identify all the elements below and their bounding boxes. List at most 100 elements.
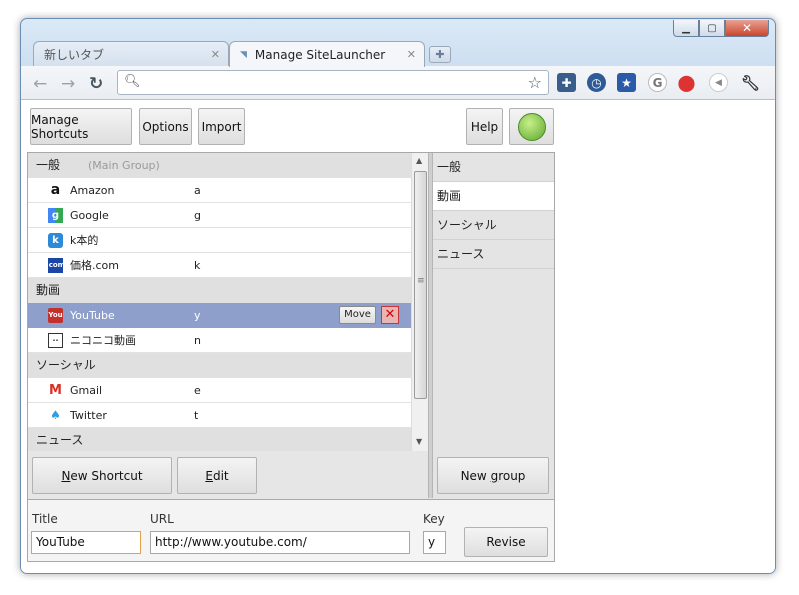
list-scrollbar[interactable]: ▲ ≡ ▼ [411,153,428,451]
scroll-down-icon[interactable]: ▼ [416,437,422,446]
kakaku-icon: .com [46,258,65,273]
tab-label: Manage SiteLauncher [254,47,386,62]
button-label: New [460,468,491,483]
title-label: Title [32,512,58,526]
bookmark-star-icon[interactable]: ☆ [528,73,542,92]
url-field[interactable]: http://www.youtube.com/ [150,531,410,554]
sitelauncher-logo-icon [517,112,546,141]
address-bar[interactable]: 🔍︎ ☆ [117,70,549,95]
key-label: Key [423,512,445,526]
shortcut-name: YouTube [70,309,115,322]
shortcut-row[interactable]: M Gmail e [28,378,411,403]
tab-label: 新しいタブ [44,48,105,62]
help-button[interactable]: Help [466,108,503,145]
shortcut-name: 価格.com [70,259,119,272]
forward-icon[interactable]: → [61,74,75,94]
group-name: 動画 [36,283,61,297]
edit-button[interactable]: Edit [177,457,257,494]
shortcut-key: g [194,209,201,222]
group-header[interactable]: 動画 [28,278,411,303]
title-field[interactable]: YouTube [31,531,141,554]
group-header[interactable]: 一般 (Main Group) [28,153,411,178]
edit-form: Title URL Key YouTube http://www.youtube… [28,499,554,561]
shortcut-key: y [194,309,201,322]
shortcut-row-selected[interactable]: You YouTube y Move ✕ [28,303,411,328]
shortcut-row[interactable]: ♠ Twitter t [28,403,411,428]
group-name: ソーシャル [36,358,96,372]
group-panel-item[interactable]: 一般 [433,153,554,182]
nicovideo-icon: ·· [48,333,63,348]
key-field[interactable]: y [423,531,446,554]
close-tab-icon[interactable]: ✕ [407,48,416,61]
shortcut-row[interactable]: ·· ニコニコ動画 n [28,328,411,353]
clock-icon[interactable]: ◷ [587,73,606,92]
manage-shortcuts-button[interactable]: Manage Shortcuts [30,108,132,145]
revise-button[interactable]: Revise [464,527,548,557]
shortcut-key: n [194,334,201,347]
button-label: roup [498,468,526,483]
new-group-button[interactable]: New g roup [437,457,549,494]
browser-window: ▁ ▢ ✕ 新しいタブ ✕ ◥ Manage SiteLauncher ✕ ✚ … [20,18,776,574]
google-icon[interactable]: G [648,73,667,92]
k-icon: k [48,233,63,248]
shortcut-name: Google [70,209,109,222]
grip-icon: ≡ [417,276,425,286]
close-window-button[interactable]: ✕ [725,20,769,37]
wrench-icon[interactable]: 🔧︎ [741,73,760,92]
group-header[interactable]: ソーシャル [28,353,411,378]
move-button[interactable]: Move [339,306,376,324]
google-icon: g [48,208,63,223]
shortcut-list: 一般 (Main Group) a Amazon a g Google g k … [28,153,411,451]
accel-key: g [490,468,499,483]
group-sub: (Main Group) [88,159,160,172]
group-header[interactable]: ニュース [28,428,411,451]
shortcut-key: t [194,409,199,422]
button-label: ew Shortcut [70,468,143,483]
button-label: dit [212,468,229,483]
puzzle-icon[interactable]: ✚ [557,73,576,92]
gmail-icon: M [49,383,62,398]
tab-new-tab[interactable]: 新しいタブ ✕ [33,41,229,67]
new-shortcut-button[interactable]: New Shortcut [32,457,172,494]
group-panel-item[interactable]: ニュース [433,240,554,269]
shortcut-name: ニコニコ動画 [70,334,136,347]
shortcut-row[interactable]: g Google g [28,203,411,228]
scrollbar-thumb[interactable]: ≡ [414,171,427,399]
back-icon[interactable]: ← [33,74,47,94]
browser-toolbar: ← → ↻ 🔍︎ ☆ ✚ ◷ ★ G ⬤ ◀ 🔧︎ [21,66,775,100]
group-name: 一般 [36,158,61,172]
tab-manage-sitelauncher[interactable]: ◥ Manage SiteLauncher ✕ [229,41,425,67]
shortcut-row[interactable]: a Amazon a [28,178,411,203]
shortcut-name: k本的 [70,234,99,247]
shortcut-name: Amazon [70,184,115,197]
delete-icon[interactable]: ✕ [381,306,399,324]
shortcut-row[interactable]: k k本的 [28,228,411,253]
scroll-up-icon[interactable]: ▲ [416,156,422,165]
amazon-icon: a [50,182,61,198]
accel-key: E [205,468,213,483]
options-button[interactable]: Options [139,108,192,145]
shortcut-key: e [194,384,201,397]
import-button[interactable]: Import [198,108,245,145]
group-panel-item[interactable]: ソーシャル [433,211,554,240]
minimize-button[interactable]: ▁ [673,20,699,37]
reload-icon[interactable]: ↻ [89,74,103,94]
close-tab-icon[interactable]: ✕ [211,48,220,61]
accel-key: N [61,468,71,483]
youtube-icon: You [48,308,63,323]
url-label: URL [150,512,174,526]
shortcut-key: a [194,184,201,197]
new-tab-button[interactable]: ✚ [429,46,451,63]
shortcut-row[interactable]: .com 価格.com k [28,253,411,278]
group-name: ニュース [36,433,84,447]
star-icon[interactable]: ★ [617,73,636,92]
group-panel-item-selected[interactable]: 動画 [433,182,554,211]
shortcut-manager-panel: 一般 (Main Group) a Amazon a g Google g k … [27,152,555,562]
maximize-button[interactable]: ▢ [699,20,725,37]
maps-icon[interactable]: ⬤ [677,73,696,92]
circle-icon[interactable]: ◀ [709,73,728,92]
shortcut-key: k [194,259,201,272]
group-panel: 一般 動画 ソーシャル ニュース [433,153,554,498]
sitelauncher-logo-button[interactable] [509,108,554,145]
shortcut-name: Gmail [70,384,103,397]
